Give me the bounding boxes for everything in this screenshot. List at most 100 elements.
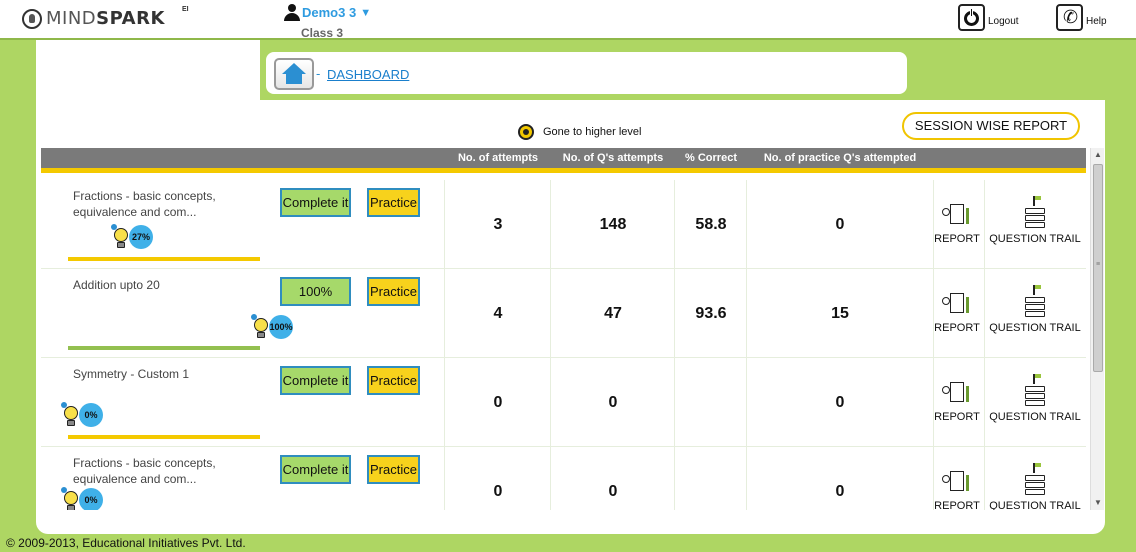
phone-icon[interactable]: ✆ xyxy=(1056,4,1083,31)
report-icon[interactable] xyxy=(940,291,974,321)
bulb-icon xyxy=(61,402,81,428)
complete-it-button[interactable]: Complete it xyxy=(280,366,351,395)
question-trail-icon[interactable] xyxy=(1020,285,1050,321)
phone-glyph: ✆ xyxy=(1063,7,1079,27)
logo-superscript: EI xyxy=(182,6,189,13)
report-icon[interactable] xyxy=(940,469,974,499)
table-row: Addition upto 20 100% Practice 100% 4 47 93.6 1… xyxy=(41,269,1086,358)
question-trail-label[interactable]: QUESTION TRAIL xyxy=(985,500,1085,510)
dashboard-link[interactable]: DASHBOARD xyxy=(327,67,409,82)
report-button[interactable]: REPORT xyxy=(934,469,980,510)
progress-badge: 0% xyxy=(79,488,103,510)
column-header-practice: No. of practice Q's attempted xyxy=(763,152,917,164)
practice-attempted-value: 0 xyxy=(835,394,845,411)
scroll-up-arrow-icon[interactable]: ▲ xyxy=(1091,148,1105,162)
report-label[interactable]: REPORT xyxy=(934,233,980,245)
attempts-value: 0 xyxy=(493,394,503,411)
practice-button[interactable]: Practice xyxy=(367,277,420,306)
attempts-value: 0 xyxy=(493,483,503,500)
question-trail-button[interactable]: QUESTION TRAIL xyxy=(985,285,1085,334)
user-name[interactable]: Demo3 3 xyxy=(302,5,356,20)
column-header-correct: % Correct xyxy=(685,152,737,164)
progress-badge: 0% xyxy=(79,403,103,427)
bulb-icon xyxy=(111,224,131,250)
breadcrumb-separator: - xyxy=(316,66,321,81)
help-label[interactable]: Help xyxy=(1086,16,1107,27)
higher-level-icon xyxy=(518,124,534,140)
scrollbar-thumb[interactable]: ≡ xyxy=(1093,164,1103,372)
table-row: Fractions - basic concepts, equivalence … xyxy=(41,180,1086,269)
logout-button[interactable]: Logout xyxy=(958,4,1019,31)
report-button[interactable]: REPORT xyxy=(934,380,980,423)
questions-attempted-value: 148 xyxy=(599,216,627,233)
progress-bar xyxy=(68,257,260,261)
scrollbar[interactable]: ▲ ≡ ▼ xyxy=(1090,148,1104,510)
question-trail-button[interactable]: QUESTION TRAIL xyxy=(985,374,1085,423)
bulb-icon xyxy=(61,487,81,510)
logo-text-bold: SPARK xyxy=(96,8,165,29)
complete-it-button[interactable]: Complete it xyxy=(280,188,351,217)
topic-progress-indicator: 0% xyxy=(61,487,103,510)
practice-button[interactable]: Practice xyxy=(367,188,420,217)
bulb-icon xyxy=(251,314,271,340)
column-header-questions: No. of Q's attempts xyxy=(562,152,664,164)
user-menu[interactable]: Demo3 3 ▼ Class 3 xyxy=(284,4,371,40)
question-trail-icon[interactable] xyxy=(1020,196,1050,232)
power-icon[interactable] xyxy=(958,4,985,31)
user-class: Class 3 xyxy=(301,26,344,40)
session-wise-report-button[interactable]: SESSION WISE REPORT xyxy=(902,112,1080,140)
legend: Gone to higher level xyxy=(518,124,641,140)
progress-badge: 27% xyxy=(129,225,153,249)
report-button[interactable]: REPORT xyxy=(934,202,980,245)
logout-label[interactable]: Logout xyxy=(988,16,1019,27)
topic-progress-indicator: 100% xyxy=(251,314,293,340)
report-button[interactable]: REPORT xyxy=(934,291,980,334)
topic-progress-indicator: 27% xyxy=(111,224,153,250)
home-button[interactable] xyxy=(274,58,314,90)
progress-badge: 100% xyxy=(269,315,293,339)
topic-name: Fractions - basic concepts, equivalence … xyxy=(73,189,216,219)
report-label[interactable]: REPORT xyxy=(934,500,980,510)
topic-name: Fractions - basic concepts, equivalence … xyxy=(73,456,216,486)
completed-button[interactable]: 100% xyxy=(280,277,351,306)
question-trail-label[interactable]: QUESTION TRAIL xyxy=(985,322,1085,334)
help-button[interactable]: ✆ Help xyxy=(1056,4,1107,31)
table-row: Symmetry - Custom 1 Complete it Practice 0%… xyxy=(41,358,1086,447)
question-trail-icon[interactable] xyxy=(1020,374,1050,410)
question-trail-button[interactable]: QUESTION TRAIL xyxy=(985,196,1085,245)
question-trail-label[interactable]: QUESTION TRAIL xyxy=(985,411,1085,423)
practice-button[interactable]: Practice xyxy=(367,366,420,395)
table-row: Fractions - basic concepts, equivalence … xyxy=(41,447,1086,510)
user-icon xyxy=(284,4,300,21)
legend-label: Gone to higher level xyxy=(543,126,642,138)
question-trail-label[interactable]: QUESTION TRAIL xyxy=(985,233,1085,245)
percent-correct-value: 58.8 xyxy=(695,216,727,233)
report-icon[interactable] xyxy=(940,380,974,410)
scroll-down-arrow-icon[interactable]: ▼ xyxy=(1091,496,1105,510)
table-body: Fractions - basic concepts, equivalence … xyxy=(41,180,1086,510)
caret-down-icon[interactable]: ▼ xyxy=(360,7,371,19)
question-trail-button[interactable]: QUESTION TRAIL xyxy=(985,463,1085,510)
column-header-attempts: No. of attempts xyxy=(457,152,539,164)
topic-progress-indicator: 0% xyxy=(61,402,103,428)
complete-it-button[interactable]: Complete it xyxy=(280,455,351,484)
report-icon[interactable] xyxy=(940,202,974,232)
practice-attempted-value: 15 xyxy=(831,305,849,322)
question-trail-icon[interactable] xyxy=(1020,463,1050,499)
topic-name: Addition upto 20 xyxy=(73,278,160,292)
progress-bar xyxy=(68,435,260,439)
questions-attempted-value: 0 xyxy=(608,483,618,500)
table-header: No. of attempts No. of Q's attempts % Co… xyxy=(41,148,1086,173)
footer-copyright: © 2009-2013, Educational Initiatives Pvt… xyxy=(6,536,246,550)
top-bar: MINDSPARK EI Demo3 3 ▼ Class 3 Logout ✆ … xyxy=(0,0,1136,40)
breadcrumb: - DASHBOARD xyxy=(266,52,907,94)
progress-bar xyxy=(68,346,260,350)
attempts-value: 3 xyxy=(493,216,503,233)
questions-attempted-value: 47 xyxy=(604,305,622,322)
practice-attempted-value: 0 xyxy=(835,216,845,233)
report-label[interactable]: REPORT xyxy=(934,322,980,334)
mindspark-logo: MINDSPARK EI xyxy=(22,6,189,29)
practice-attempted-value: 0 xyxy=(835,483,845,500)
report-label[interactable]: REPORT xyxy=(934,411,980,423)
practice-button[interactable]: Practice xyxy=(367,455,420,484)
